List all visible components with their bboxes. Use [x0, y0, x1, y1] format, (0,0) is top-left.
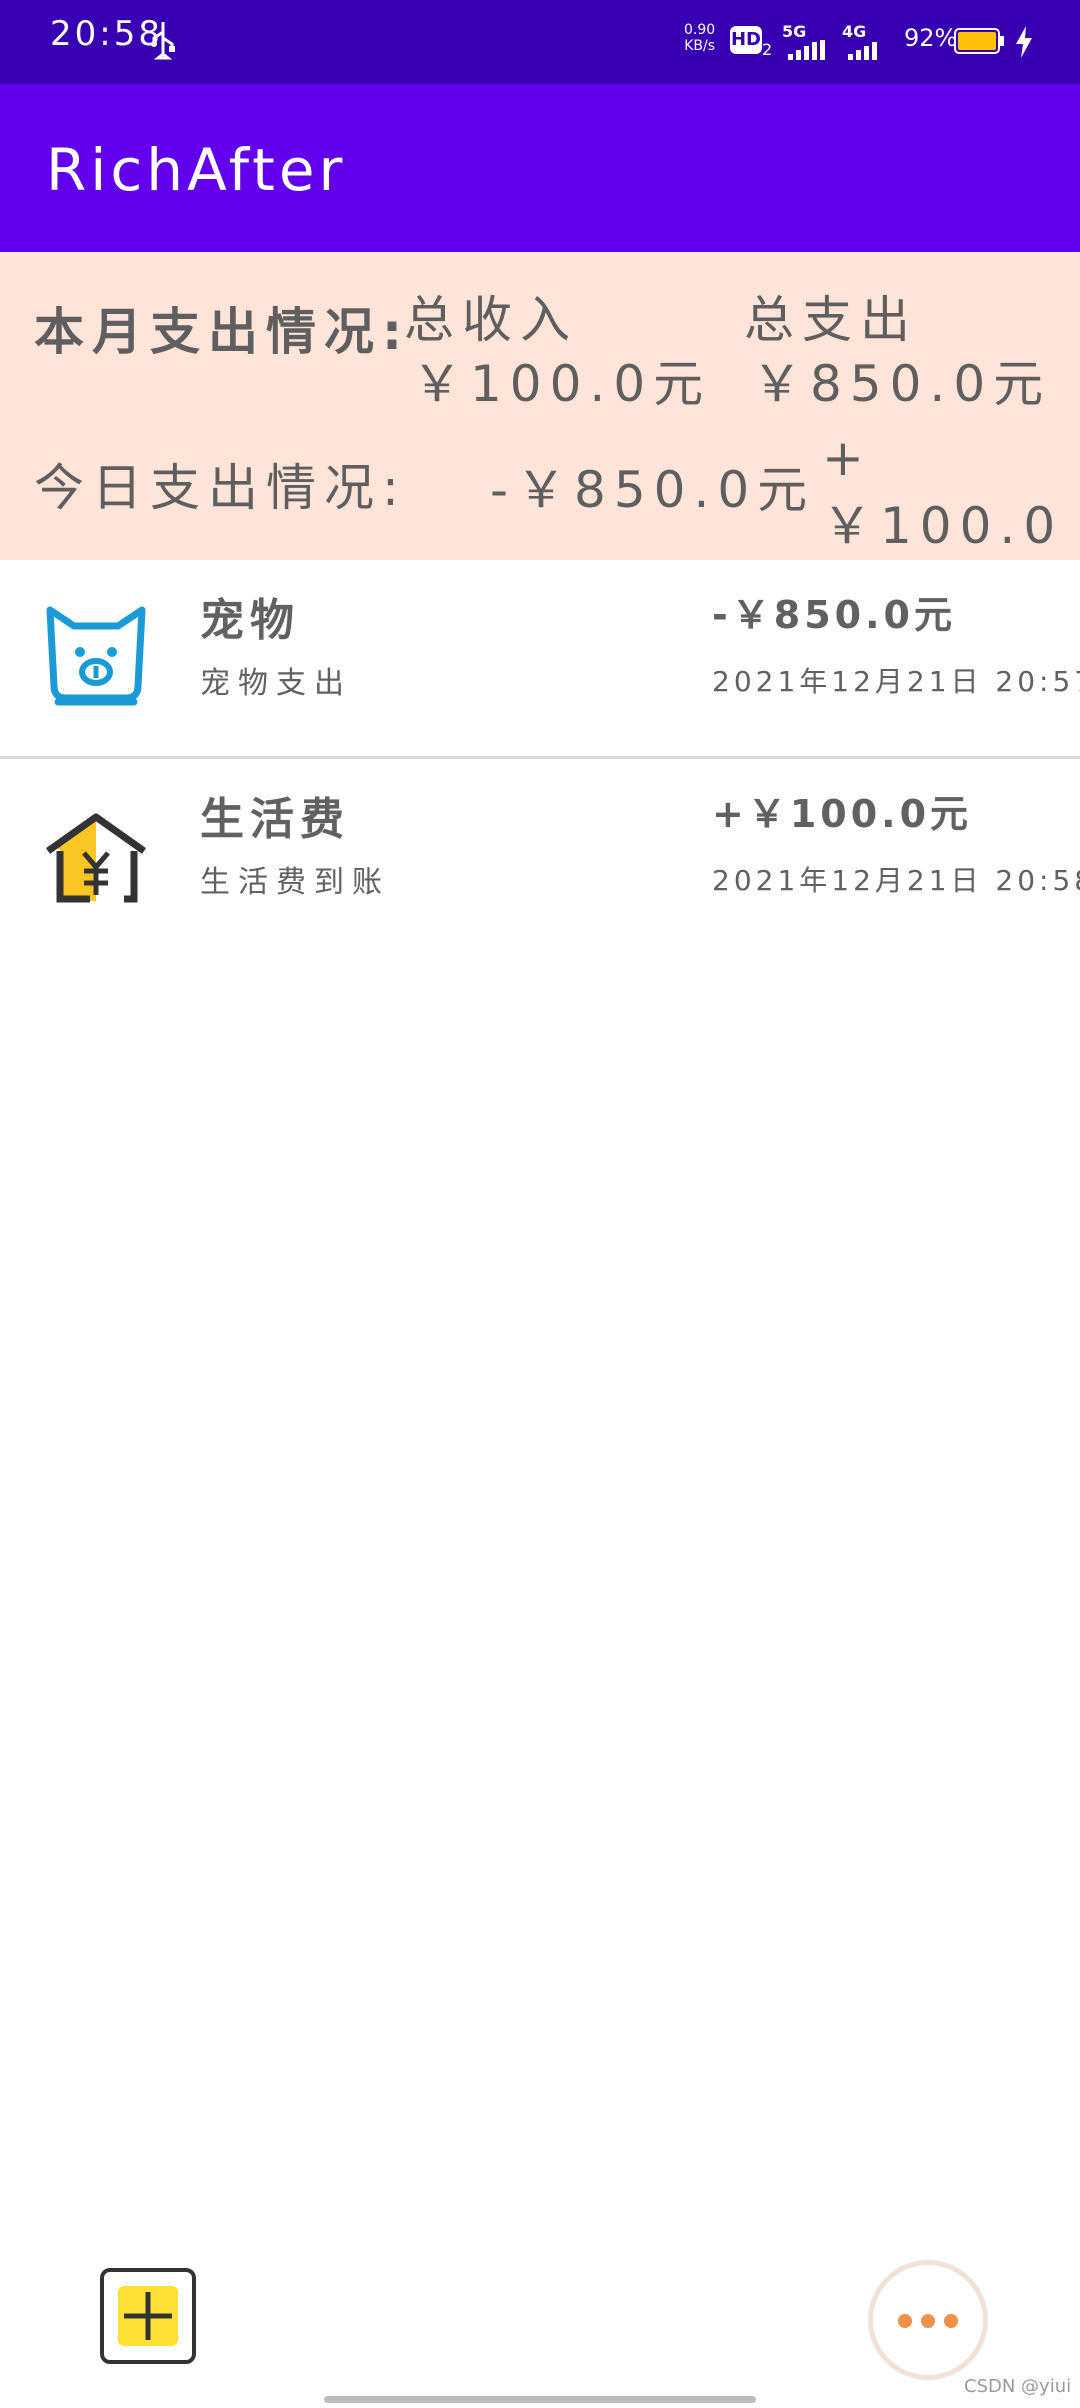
plus-icon — [124, 2292, 172, 2340]
status-time: 20:58 — [50, 14, 163, 54]
total-income-value: ￥100.0元 — [412, 355, 712, 413]
total-expense-label: 总支出 — [744, 291, 918, 349]
total-expense-value: ￥850.0元 — [752, 355, 1052, 413]
signal-5g-icon: 5G — [782, 22, 834, 62]
house-yen-icon — [45, 813, 147, 903]
app-bar: RichAfter — [0, 84, 1080, 252]
total-income-label: 总收入 — [404, 291, 578, 349]
record-item[interactable]: 生活费 生活费到账 +￥100.0元 2021年12月21日 20:58 — [0, 759, 1080, 955]
net-5g-label: 5G — [782, 22, 807, 41]
pet-icon — [46, 606, 146, 706]
record-amount: +￥100.0元 — [712, 792, 973, 836]
navigation-handle[interactable] — [324, 2396, 756, 2403]
status-bar: 20:58 0.90 KB/s HD 2 5G 4G 92% — [0, 0, 1080, 84]
charging-icon — [1016, 26, 1032, 58]
record-note: 生活费到账 — [200, 865, 390, 900]
record-amount: -￥850.0元 — [712, 593, 956, 637]
hd-badge: HD — [730, 26, 762, 54]
app-title: RichAfter — [46, 136, 347, 204]
net-speed-value: 0.90 — [684, 22, 716, 38]
record-time: 2021年12月21日 20:57 — [712, 665, 1080, 698]
record-note: 宠物支出 — [200, 666, 352, 701]
watermark: CSDN @yiui — [964, 2376, 1072, 2397]
signal-4g-icon: 4G — [842, 22, 894, 62]
net-4g-label: 4G — [842, 22, 867, 41]
more-button[interactable] — [868, 2260, 988, 2380]
net-speed-unit: KB/s — [684, 38, 715, 54]
usb-icon — [151, 22, 175, 60]
more-dots-icon — [898, 2314, 958, 2328]
net-speed: 0.90 KB/s — [684, 22, 715, 54]
today-expense-value: -￥850.0元 — [490, 461, 816, 519]
monthly-summary: 本月支出情况: 总收入 总支出 ￥100.0元 ￥850.0元 今日支出情况: … — [0, 252, 1080, 623]
battery-percent: 92% — [904, 24, 958, 52]
record-category: 生活费 — [200, 794, 350, 845]
record-time: 2021年12月21日 20:58 — [712, 864, 1080, 897]
month-summary-label: 本月支出情况: — [34, 303, 410, 361]
today-summary-label: 今日支出情况: — [34, 459, 407, 517]
record-category: 宠物 — [200, 595, 300, 646]
add-button-fill — [118, 2286, 178, 2346]
hd-sub: 2 — [762, 40, 773, 59]
record-item[interactable]: 宠物 宠物支出 -￥850.0元 2021年12月21日 20:57 — [0, 560, 1080, 759]
add-record-button[interactable] — [100, 2268, 196, 2364]
battery-icon — [954, 28, 1004, 54]
